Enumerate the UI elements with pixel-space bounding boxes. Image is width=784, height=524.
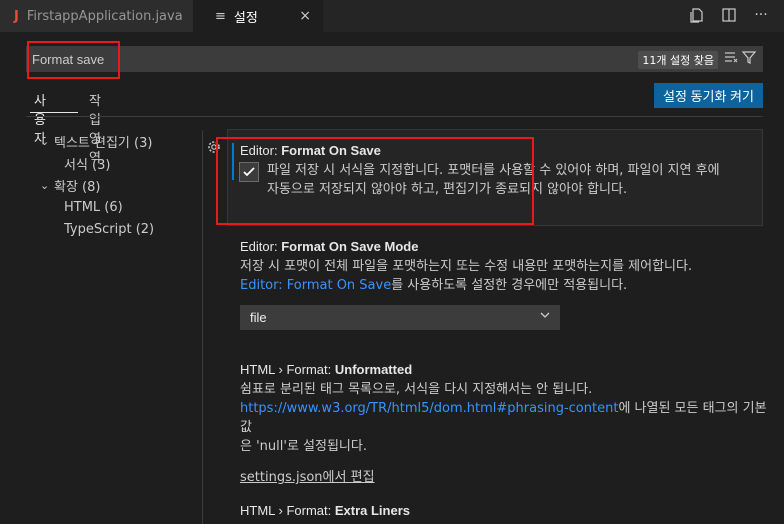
open-settings-json-icon[interactable]: [688, 6, 706, 24]
java-file-icon: J: [14, 8, 19, 24]
select-value: file: [250, 310, 267, 325]
toc-item-extensions[interactable]: ⌄ 확장 (8): [26, 174, 206, 196]
chevron-down-icon: ⌄: [40, 134, 50, 148]
tab-label: FirstappApplication.java: [26, 8, 183, 24]
toc-item-label: 텍스트 편집기 (3): [54, 135, 153, 151]
toc-item-text-editor[interactable]: ⌄ 텍스트 편집기 (3): [26, 130, 206, 152]
turn-on-settings-sync-button[interactable]: 설정 동기화 켜기: [654, 83, 763, 108]
tab-firstapp-application[interactable]: J FirstappApplication.java: [0, 0, 193, 32]
search-result-count-badge: 11개 설정 찾음: [638, 51, 718, 69]
toc-item-label: 서식 (3): [64, 157, 111, 173]
setting-description-line: 저장 시 포맷이 전체 파일을 포맷하는지 또는 수정 내용만 포맷하는지를 제…: [240, 259, 693, 274]
scope-divider: [26, 116, 763, 117]
setting-description-line: https://www.w3.org/TR/html5/dom.html#phr…: [240, 399, 770, 437]
settings-search-input[interactable]: Format save 11개 설정 찾음: [26, 46, 763, 72]
settings-tab-icon: ≡: [215, 8, 226, 24]
editor-actions: ···: [688, 6, 770, 24]
active-tab-indicator: [30, 112, 78, 113]
setting-description-line: Editor: Format On Save를 사용하도록 설정한 경우에만 적…: [240, 276, 750, 295]
setting-html-extra-liners: HTML › Format: Extra Liners: [240, 503, 410, 518]
tab-label: 설정: [233, 10, 258, 26]
toc-item-formatting[interactable]: 서식 (3): [26, 152, 206, 174]
setting-name: Extra Liners: [334, 503, 411, 518]
format-on-save-link[interactable]: Editor: Format On Save: [240, 278, 391, 293]
toc-item-label: HTML (6): [64, 199, 123, 215]
toc-item-typescript[interactable]: TypeScript (2): [26, 218, 206, 240]
editor-tab-bar: J FirstappApplication.java ≡ 설정 × ···: [0, 0, 784, 32]
chevron-down-icon: ⌄: [40, 178, 50, 192]
toc-item-label: 확장 (8): [54, 179, 101, 195]
clear-filter-icon[interactable]: [724, 50, 738, 68]
setting-category: HTML › Format:: [240, 503, 335, 518]
highlight-annotation-search: [27, 41, 120, 79]
setting-description-line: 은 'null'로 설정됩니다.: [240, 439, 367, 454]
toc-divider: [202, 130, 203, 524]
description-text: 를 사용하도록 설정한 경우에만 적용됩니다.: [391, 278, 628, 293]
toc-item-html[interactable]: HTML (6): [26, 196, 206, 218]
setting-name: Format On Save Mode: [281, 239, 419, 254]
settings-toc: ⌄ 텍스트 편집기 (3) 서식 (3) ⌄ 확장 (8) HTML (6) T…: [26, 130, 206, 240]
toc-item-label: TypeScript (2): [64, 221, 155, 237]
filter-icon[interactable]: [741, 49, 757, 69]
phrasing-content-link[interactable]: https://www.w3.org/TR/html5/dom.html#phr…: [240, 401, 618, 416]
close-icon[interactable]: ×: [299, 8, 311, 24]
setting-description-line: 쉼표로 분리된 태그 목록으로, 서식을 다시 지정해서는 안 됩니다.: [240, 382, 593, 397]
setting-html-unformatted: HTML › Format: Unformatted 쉼표로 분리된 태그 목록…: [240, 362, 770, 485]
setting-format-on-save-mode: Editor: Format On Save Mode 저장 시 포맷이 전체 …: [240, 239, 750, 295]
setting-name: Unformatted: [334, 362, 413, 377]
setting-category: Editor:: [240, 239, 282, 254]
chevron-down-icon: [539, 309, 551, 325]
tab-settings[interactable]: ≡ 설정 ×: [193, 0, 323, 32]
highlight-annotation-setting: [216, 137, 534, 225]
edit-in-settings-json-link[interactable]: settings.json에서 편집: [240, 470, 375, 485]
setting-category: HTML › Format:: [240, 362, 335, 377]
split-editor-icon[interactable]: [720, 6, 738, 24]
more-actions-icon[interactable]: ···: [752, 6, 770, 24]
format-on-save-mode-select[interactable]: file: [240, 305, 560, 330]
